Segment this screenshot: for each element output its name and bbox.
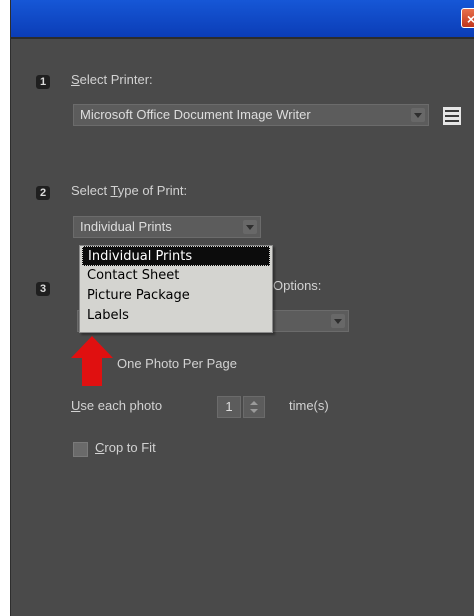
print-dialog-window: × 1 Select Printer: Microsoft Office Doc… <box>10 0 474 616</box>
printer-select-value: Microsoft Office Document Image Writer <box>80 107 311 122</box>
times-spinner[interactable] <box>243 396 265 418</box>
annotation-arrow-icon <box>71 336 113 386</box>
select-printer-label: Select Printer: <box>71 72 153 87</box>
title-bar: × <box>11 0 474 37</box>
times-input[interactable]: 1 <box>217 396 241 418</box>
spin-down-icon[interactable] <box>250 409 258 413</box>
dropdown-option-picture-package[interactable]: Picture Package <box>82 286 270 306</box>
close-button[interactable]: × <box>461 8 474 28</box>
list-icon[interactable] <box>443 107 461 125</box>
crop-to-fit-label: Crop to Fit <box>95 440 156 455</box>
print-type-select[interactable]: Individual Prints <box>73 216 261 238</box>
step-2-badge: 2 <box>36 186 50 200</box>
spin-up-icon[interactable] <box>250 401 258 405</box>
use-each-photo-label: Use each photo <box>71 398 163 413</box>
dropdown-option-individual-prints[interactable]: Individual Prints <box>82 246 270 266</box>
close-icon: × <box>466 11 474 27</box>
print-type-dropdown[interactable]: Individual Prints Contact Sheet Picture … <box>79 245 273 333</box>
crop-to-fit-checkbox[interactable] <box>73 442 88 457</box>
times-stepper[interactable]: 1 <box>217 396 269 418</box>
dropdown-option-labels[interactable]: Labels <box>82 306 270 326</box>
times-suffix: time(s) <box>289 398 329 413</box>
chevron-down-icon <box>331 314 345 328</box>
print-type-select-value: Individual Prints <box>80 219 172 234</box>
layout-description: One Photo Per Page <box>117 356 237 371</box>
title-divider <box>11 37 474 39</box>
select-type-label: Select Type of Print: <box>71 183 188 198</box>
options-label: Options: <box>273 278 322 293</box>
step-1-badge: 1 <box>36 75 50 89</box>
chevron-down-icon <box>411 108 425 122</box>
step-3-badge: 3 <box>36 282 50 296</box>
printer-select[interactable]: Microsoft Office Document Image Writer <box>73 104 429 126</box>
dropdown-option-contact-sheet[interactable]: Contact Sheet <box>82 266 270 286</box>
chevron-down-icon <box>243 220 257 234</box>
